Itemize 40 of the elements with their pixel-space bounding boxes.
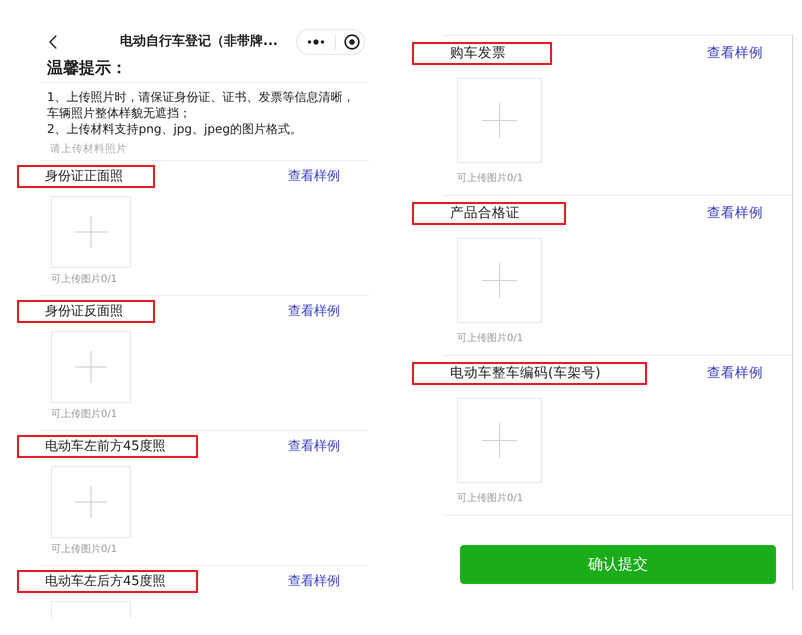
circle-dot-icon[interactable]: [344, 34, 360, 50]
section-title: 购车发票: [450, 44, 506, 62]
upload-box[interactable]: [51, 196, 131, 268]
plus-icon: [75, 216, 107, 248]
section-title: 电动车左后方45度照: [45, 573, 166, 590]
section-title: 电动车左前方45度照: [45, 438, 166, 455]
plus-icon: [482, 103, 517, 138]
upload-count: 可上传图片0/1: [51, 273, 118, 287]
more-icon[interactable]: [307, 39, 325, 45]
plus-icon: [75, 351, 107, 383]
back-icon[interactable]: [49, 35, 57, 49]
section-title: 身份证反面照: [45, 303, 123, 320]
upload-count: 可上传图片0/1: [457, 332, 524, 346]
upload-box[interactable]: [457, 78, 542, 163]
upload-count: 可上传图片0/1: [457, 492, 524, 506]
upload-box[interactable]: [457, 398, 542, 483]
notice-text: 2、上传材料支持png、jpg、jpeg的图片格式。: [47, 121, 302, 137]
view-sample-link[interactable]: 查看样例: [707, 204, 763, 222]
plus-icon: [482, 263, 517, 298]
plus-icon: [75, 486, 107, 518]
view-sample-link[interactable]: 查看样例: [707, 44, 763, 62]
notice-heading: 温馨提示：: [47, 59, 127, 77]
view-sample-link[interactable]: 查看样例: [288, 167, 340, 185]
notice-text: 1、上传照片时，请保证身份证、证书、发票等信息清晰，车辆照片整体样貌无遮挡；: [47, 89, 356, 121]
upload-count: 可上传图片0/1: [457, 172, 524, 186]
view-sample-link[interactable]: 查看样例: [288, 572, 340, 590]
upload-box[interactable]: [51, 466, 131, 538]
section-title: 电动车整车编码(车架号): [450, 364, 601, 382]
page-title: 电动自行车登记（非带牌...: [120, 33, 278, 51]
upload-count: 可上传图片0/1: [51, 408, 118, 422]
view-sample-link[interactable]: 查看样例: [707, 364, 763, 382]
view-sample-link[interactable]: 查看样例: [288, 302, 340, 320]
section-title: 产品合格证: [450, 204, 520, 222]
upload-hint: 请上传材料照片: [50, 142, 127, 157]
view-sample-link[interactable]: 查看样例: [288, 437, 340, 455]
plus-icon: [482, 423, 517, 458]
upload-count: 可上传图片0/1: [51, 543, 118, 557]
upload-box[interactable]: [457, 238, 542, 323]
upload-box[interactable]: [51, 331, 131, 403]
section-title: 身份证正面照: [45, 168, 123, 185]
